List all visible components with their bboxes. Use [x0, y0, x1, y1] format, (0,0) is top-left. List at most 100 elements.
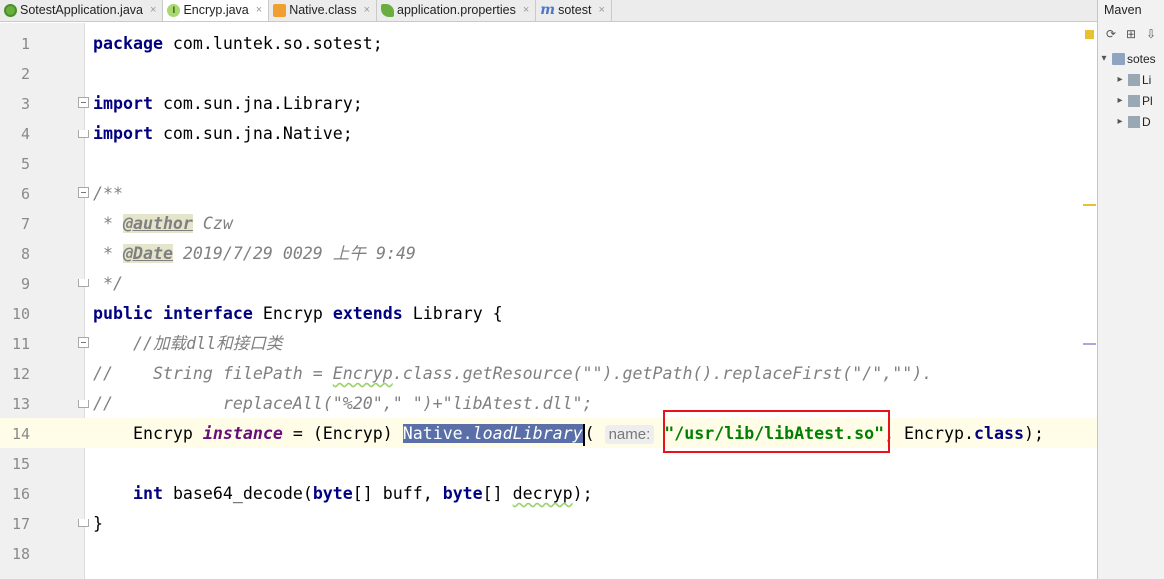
fold-toggle-icon[interactable] [78, 187, 89, 198]
javadoc-tag: @author [122, 214, 193, 233]
maven-tree-dependencies[interactable]: ▸ D [1098, 111, 1164, 132]
keyword: public [93, 304, 153, 323]
line-number: 13 [11, 395, 30, 413]
comment-text: Encryp [332, 364, 393, 383]
code-text: ); [1023, 424, 1044, 443]
line-number: 5 [20, 155, 30, 173]
code-line-3: import com.sun.jna.Library; [93, 89, 363, 119]
fold-end-icon[interactable] [78, 130, 89, 138]
code-line-13: // replaceAll("%20"," ")+"libAtest.dll"; [93, 394, 593, 413]
line-number: 16 [11, 485, 30, 503]
javadoc-tag: @Date [122, 244, 173, 263]
code-text: ); [572, 484, 593, 503]
comment-text: * [93, 214, 123, 233]
line-number: 12 [11, 365, 30, 383]
class-icon [273, 3, 287, 17]
tab-sotest-application[interactable]: SotestApplication.java × [0, 0, 164, 21]
tab-encryp[interactable]: I Encryp.java × [163, 0, 270, 21]
maven-panel-title: Maven [1104, 3, 1142, 17]
editor-tab-bar: SotestApplication.java × I Encryp.java ×… [0, 0, 1097, 22]
line-number: 9 [20, 275, 30, 293]
chevron-down-icon[interactable]: ▾ [1098, 53, 1110, 64]
maven-module-icon [1112, 52, 1125, 65]
line-number: 11 [11, 335, 30, 353]
tree-label: Li [1142, 72, 1152, 87]
fold-toggle-icon[interactable] [78, 337, 89, 348]
comment-text: Czw [192, 214, 233, 233]
interface-icon: I [167, 3, 181, 17]
warning-indicator-icon[interactable] [1085, 30, 1094, 39]
keyword: class [974, 424, 1024, 443]
keyword: int [132, 484, 163, 503]
fold-end-icon[interactable] [78, 519, 89, 527]
code-text: Encryp [93, 424, 203, 443]
keyword: extends [332, 304, 403, 323]
keyword: package [93, 34, 163, 53]
code-text: com.sun.jna.Native; [152, 124, 353, 143]
tree-label: sotes [1127, 51, 1156, 66]
code-line-16: int base64_decode(byte[] buff, byte[] de… [93, 479, 593, 509]
code-line-12: // String filePath = Encryp.class.getRes… [93, 359, 932, 389]
code-text: base64_decode( [162, 484, 313, 503]
close-icon[interactable]: × [256, 4, 262, 16]
field-name: instance [202, 424, 283, 443]
tab-label: application.properties [397, 3, 516, 17]
maven-tree-plugins[interactable]: ▸ Pl [1098, 90, 1164, 111]
tab-sotest-pom[interactable]: m sotest × [536, 0, 612, 21]
keyword: import [93, 94, 153, 113]
code-line-6: /** [93, 184, 123, 203]
annotation-highlight-box [663, 410, 890, 453]
add-icon[interactable]: ⊞ [1124, 27, 1138, 41]
chevron-right-icon[interactable]: ▸ [1114, 116, 1126, 127]
line-number: 10 [11, 305, 30, 323]
code-line-14: Encryp instance = (Encryp) Native.loadLi… [93, 419, 1044, 449]
keyword: byte [442, 484, 483, 503]
maven-tree-lifecycle[interactable]: ▸ Li [1098, 69, 1164, 90]
close-icon[interactable]: × [150, 4, 156, 16]
tab-label: sotest [558, 3, 592, 17]
comment-text: // String filePath = [93, 364, 333, 383]
chevron-right-icon[interactable]: ▸ [1114, 95, 1126, 106]
close-icon[interactable]: × [523, 4, 529, 16]
fold-end-icon[interactable] [78, 400, 89, 408]
line-number: 2 [20, 65, 30, 83]
spring-icon [4, 3, 17, 17]
maven-toolbar: ⟳ ⊞ ⇩ [1098, 22, 1164, 48]
tab-label: SotestApplication.java [20, 3, 143, 17]
code-line-17: } [93, 514, 103, 533]
download-icon[interactable]: ⇩ [1144, 27, 1158, 41]
line-number: 1 [20, 35, 30, 53]
keyword: import [93, 124, 153, 143]
code-line-11: //加载dll和接口类 [93, 334, 283, 353]
line-number: 14 [11, 425, 30, 443]
line-number: 15 [11, 455, 30, 473]
maven-tree-root[interactable]: ▾ sotes [1098, 48, 1164, 69]
code-text: [] buff, [352, 484, 443, 503]
maven-m-icon: m [540, 2, 556, 18]
tab-application-properties[interactable]: application.properties × [377, 0, 537, 21]
line-number: 17 [11, 515, 30, 533]
properties-icon [381, 3, 395, 17]
folder-gear-icon [1128, 94, 1140, 107]
fold-end-icon[interactable] [78, 279, 89, 287]
selected-text[interactable]: Native.loadLibrary [402, 424, 583, 443]
fold-toggle-icon[interactable] [78, 97, 89, 108]
parameter-hint: name: [604, 425, 655, 444]
keyword: interface [162, 304, 253, 323]
line-number: 7 [20, 215, 30, 233]
line-number: 18 [11, 545, 30, 563]
code-line-10: public interface Encryp extends Library … [93, 299, 503, 329]
tab-label: Encryp.java [183, 3, 249, 17]
scroll-mark[interactable] [1083, 204, 1096, 206]
tab-native-class[interactable]: Native.class × [269, 0, 378, 21]
class-ref: Native. [402, 424, 473, 443]
chevron-right-icon[interactable]: ▸ [1114, 74, 1126, 85]
tab-label: Native.class [289, 3, 357, 17]
refresh-icon[interactable]: ⟳ [1104, 27, 1118, 41]
maven-panel: Maven ⟳ ⊞ ⇩ ▾ sotes ▸ Li ▸ Pl ▸ D [1097, 0, 1164, 579]
scroll-mark[interactable] [1083, 343, 1096, 345]
code-text: Library { [402, 304, 503, 323]
close-icon[interactable]: × [364, 4, 370, 16]
tree-label: D [1142, 114, 1151, 129]
close-icon[interactable]: × [598, 4, 604, 16]
